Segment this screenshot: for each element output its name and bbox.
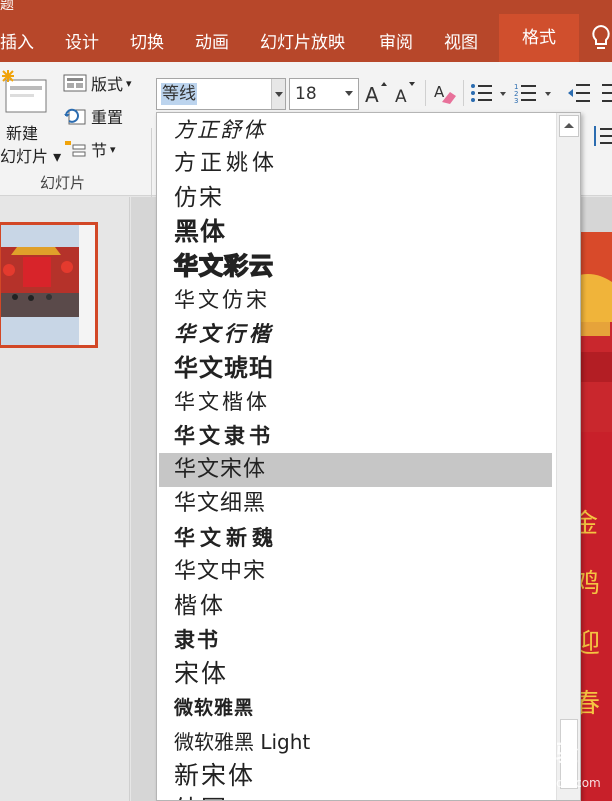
tab-view[interactable]: 视图: [444, 28, 478, 53]
slide-thumbnail[interactable]: [0, 222, 98, 348]
font-list-item[interactable]: 楷体: [159, 589, 552, 623]
font-list-item[interactable]: 华文隶书: [159, 419, 552, 453]
numbering-icon[interactable]: 1 2 3: [514, 82, 556, 106]
svg-text:A: A: [365, 83, 379, 106]
svg-text:A: A: [434, 83, 445, 101]
font-list-item[interactable]: 华文仿宋: [159, 283, 552, 317]
layout-label: 版式: [91, 75, 124, 94]
increase-font-size-icon[interactable]: A: [364, 80, 388, 106]
font-list-item[interactable]: 华文楷体: [159, 385, 552, 419]
new-slide-label[interactable]: 新建: [6, 120, 38, 144]
font-list-item[interactable]: 宋体: [159, 657, 552, 691]
font-list-item[interactable]: 华文彩云: [159, 249, 552, 283]
toolbar-separator: [463, 80, 464, 106]
slide-thumbnail-image: [1, 225, 95, 345]
font-list-item[interactable]: 仿宋: [159, 181, 552, 215]
font-name-input[interactable]: 等线: [161, 83, 197, 105]
font-dropdown-button[interactable]: [271, 79, 285, 109]
title-fragment: 题: [0, 0, 14, 13]
ribbon-tab-bar: 题 插入 设计 切换 动画 幻灯片放映 审阅 视图 格式: [0, 0, 612, 62]
tab-transitions[interactable]: 切换: [130, 28, 164, 53]
section-icon: [65, 141, 86, 157]
slides-group-label: 幻灯片: [40, 174, 86, 192]
font-list-item[interactable]: 华文中宋: [159, 555, 552, 589]
font-list-item[interactable]: 华文行楷: [159, 317, 552, 351]
chevron-up-icon: [564, 123, 574, 128]
increase-indent-icon[interactable]: [596, 82, 612, 106]
font-size-combobox[interactable]: 18: [289, 78, 359, 110]
new-slide-label-2[interactable]: 幻灯片 ▾: [0, 143, 61, 167]
font-name-combobox[interactable]: 等线: [156, 78, 286, 110]
font-dropdown-list[interactable]: 方正舒体 方正姚体 仿宋 黑体 华文彩云 华文仿宋 华文行楷 华文琥珀 华文楷体 华文隶书 华文宋体…: [156, 112, 581, 801]
tab-format[interactable]: 格式: [499, 14, 579, 62]
reset-button[interactable]: 重置: [63, 103, 123, 129]
font-size-input[interactable]: 18: [295, 84, 317, 104]
layout-icon: [63, 74, 87, 92]
chevron-down-icon: [345, 91, 353, 96]
svg-text:经验: 经验: [534, 741, 578, 767]
tab-review[interactable]: 审阅: [379, 28, 413, 53]
chevron-down-icon: [275, 92, 283, 97]
tab-animations[interactable]: 动画: [195, 28, 229, 53]
new-slide-icon[interactable]: [0, 68, 50, 118]
font-list-item[interactable]: 华文新魏: [159, 521, 552, 555]
font-list-item[interactable]: 方正姚体: [159, 147, 552, 181]
tab-slideshow[interactable]: 幻灯片放映: [260, 28, 345, 53]
decrease-font-size-icon[interactable]: A: [394, 80, 418, 106]
scroll-up-button[interactable]: [559, 115, 579, 137]
svg-text:Bai: Bai: [470, 742, 509, 767]
toolbar-separator: [425, 80, 426, 106]
layout-button[interactable]: 版式 ▾: [63, 70, 132, 96]
font-list-item[interactable]: 微软雅黑: [159, 691, 552, 725]
text-direction-icon[interactable]: [592, 124, 612, 148]
reset-icon: [64, 108, 86, 125]
section-label: 节: [91, 141, 108, 160]
decrease-indent-icon[interactable]: [566, 82, 592, 106]
clear-formatting-icon[interactable]: A: [432, 80, 458, 106]
reset-label: 重置: [91, 108, 124, 127]
font-list-item[interactable]: 隶书: [159, 623, 552, 657]
font-list-item[interactable]: 华文细黑: [159, 487, 552, 521]
font-list-item[interactable]: 黑体: [159, 215, 552, 249]
dropdown-scrollbar[interactable]: [556, 113, 580, 800]
tab-design[interactable]: 设计: [65, 28, 99, 53]
bullets-icon[interactable]: [470, 82, 510, 106]
tab-insert[interactable]: 插入: [0, 28, 34, 53]
font-list-item[interactable]: 方正舒体: [159, 113, 552, 147]
font-list-item[interactable]: 华文琥珀: [159, 351, 552, 385]
svg-text:3: 3: [514, 97, 518, 105]
svg-text:jingyan.baidu.com: jingyan.baidu.com: [489, 776, 601, 790]
lightbulb-icon[interactable]: [590, 24, 612, 52]
font-list-item[interactable]: 华文宋体: [159, 453, 552, 487]
svg-text:A: A: [395, 87, 407, 106]
section-button[interactable]: 节 ▾: [63, 136, 116, 162]
baidu-watermark: Bai 经验 jingyan.baidu.com: [470, 741, 601, 790]
